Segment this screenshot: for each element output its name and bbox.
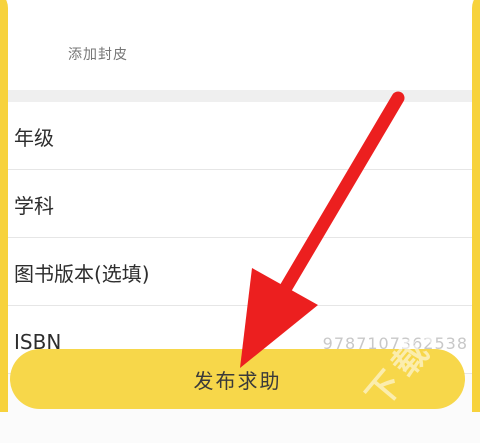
- add-cover-label[interactable]: 添加封皮: [68, 44, 128, 64]
- grade-label: 年级: [14, 126, 54, 150]
- subject-label: 学科: [14, 194, 54, 218]
- form-row-grade[interactable]: 年级: [8, 102, 472, 170]
- edition-label: 图书版本(选填): [14, 262, 150, 286]
- publish-help-button[interactable]: 发布求助: [10, 349, 465, 409]
- bottom-strip: [0, 412, 480, 443]
- form-row-subject[interactable]: 学科: [8, 170, 472, 238]
- cover-section[interactable]: 添加封皮: [8, 0, 472, 90]
- right-edge-decoration: [472, 0, 480, 443]
- section-gap: [8, 90, 472, 102]
- left-edge-decoration: [0, 0, 8, 443]
- book-info-form: 年级 学科 图书版本(选填) ISBN 9787107362538: [8, 102, 472, 374]
- publish-help-page: 添加封皮 年级 学科 图书版本(选填) ISBN 9787107362538 发…: [0, 0, 480, 443]
- form-row-edition[interactable]: 图书版本(选填): [8, 238, 472, 306]
